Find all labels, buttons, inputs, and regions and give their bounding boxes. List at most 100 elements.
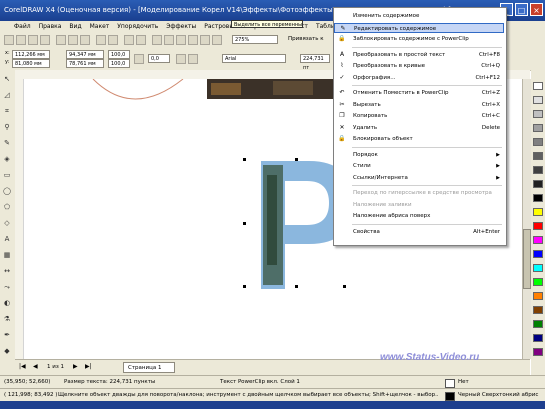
menu-item[interactable]: Правка: [39, 21, 62, 32]
context-menu-item[interactable]: Ссылки/Интернета ▶: [334, 173, 504, 183]
palette-swatch[interactable]: [533, 250, 543, 258]
smart-fill-tool-icon[interactable]: ◈: [2, 154, 12, 164]
palette-swatch[interactable]: [533, 96, 543, 104]
context-menu-item[interactable]: ✕ Удалить Delete: [334, 123, 504, 133]
context-menu-item[interactable]: ↶ Отменить Поместить в PowerClip Ctrl+Z: [334, 88, 504, 98]
zoom-level-select[interactable]: 275%: [232, 35, 278, 44]
undo-icon[interactable]: [96, 35, 106, 45]
vertical-scrollbar[interactable]: [522, 79, 531, 359]
context-menu-item[interactable]: Переход по гиперссылке в средстве просмо…: [334, 188, 504, 198]
welcome-screen-icon[interactable]: [164, 35, 174, 45]
context-menu-item[interactable]: Наложение абриса поверх: [334, 211, 504, 221]
basic-shapes-tool-icon[interactable]: ◇: [2, 218, 12, 228]
palette-swatch[interactable]: [533, 138, 543, 146]
context-menu-item[interactable]: Наложение заливки: [334, 200, 504, 210]
y-position-field[interactable]: 81,080 мм: [12, 59, 50, 68]
palette-swatch[interactable]: [533, 152, 543, 160]
palette-swatch[interactable]: [533, 320, 543, 328]
zoom-tool-icon[interactable]: ⚲: [2, 122, 12, 132]
menu-item[interactable]: Макет: [90, 21, 110, 32]
palette-swatch[interactable]: [533, 306, 543, 314]
context-menu-item[interactable]: 🔒 Блокировать объект: [334, 134, 504, 144]
context-menu-item[interactable]: Свойства Alt+Enter: [334, 227, 504, 237]
palette-swatch[interactable]: [533, 208, 543, 216]
dimension-tool-icon[interactable]: ↔: [2, 266, 12, 276]
selection-handle[interactable]: [243, 158, 246, 161]
paste-icon[interactable]: [80, 35, 90, 45]
context-menu-item[interactable]: ✂ Вырезать Ctrl+X: [334, 100, 504, 110]
application-launcher-icon[interactable]: [152, 35, 162, 45]
corel-online-icon[interactable]: [176, 35, 186, 45]
connector-tool-icon[interactable]: ⤳: [2, 282, 12, 292]
close-button[interactable]: ×: [530, 3, 543, 16]
selection-handle[interactable]: [243, 285, 246, 288]
palette-swatch[interactable]: [533, 194, 543, 202]
palette-swatch[interactable]: [533, 110, 543, 118]
context-menu-item[interactable]: ✎ Редактировать содержимое: [334, 22, 504, 33]
palette-swatch[interactable]: [533, 278, 543, 286]
mirror-vertical-icon[interactable]: [188, 54, 198, 64]
selection-handle[interactable]: [295, 158, 298, 161]
export-icon[interactable]: [136, 35, 146, 45]
context-menu-item[interactable]: ✓ Орфография... Ctrl+F12: [334, 73, 504, 83]
menu-item[interactable]: Эффекты: [166, 21, 196, 32]
font-name-select[interactable]: Arial: [222, 54, 286, 63]
page-tab[interactable]: Страница 1: [123, 362, 175, 373]
outline-tool-icon[interactable]: ✒: [2, 330, 12, 340]
x-position-field[interactable]: 112,266 мм: [12, 50, 50, 59]
height-field[interactable]: 78,761 мм: [66, 59, 104, 68]
lock-icon[interactable]: [188, 35, 198, 45]
rotation-angle-field[interactable]: 0,0: [148, 54, 170, 63]
lock-ratio-icon[interactable]: [134, 54, 144, 64]
palette-swatch[interactable]: [533, 292, 543, 300]
interactive-blend-tool-icon[interactable]: ◐: [2, 298, 12, 308]
font-size-select[interactable]: 224,731 пт: [300, 54, 330, 71]
palette-swatch[interactable]: [533, 124, 543, 132]
palette-swatch[interactable]: [533, 82, 543, 90]
first-page-icon[interactable]: |◀: [19, 363, 26, 370]
copy-icon[interactable]: [68, 35, 78, 45]
selection-handle[interactable]: [243, 222, 246, 225]
shape-tool-icon[interactable]: ◿: [2, 90, 12, 100]
menu-item[interactable]: Вид: [69, 21, 81, 32]
prev-page-icon[interactable]: ◀: [33, 363, 38, 370]
scroll-thumb[interactable]: [523, 229, 531, 289]
palette-swatch[interactable]: [533, 236, 543, 244]
context-menu-item[interactable]: ⌇ Преобразовать в кривые Ctrl+Q: [334, 61, 504, 71]
palette-swatch[interactable]: [533, 180, 543, 188]
context-menu-item[interactable]: Порядок ▶: [334, 150, 504, 160]
text-tool-icon[interactable]: A: [2, 234, 12, 244]
selection-handle[interactable]: [295, 285, 298, 288]
menu-item[interactable]: Файл: [14, 21, 31, 32]
selection-handle[interactable]: [343, 285, 346, 288]
context-menu-item[interactable]: ❐ Копировать Ctrl+C: [334, 111, 504, 121]
polygon-tool-icon[interactable]: ⬠: [2, 202, 12, 212]
lock-icon[interactable]: [200, 35, 210, 45]
save-icon[interactable]: [28, 35, 38, 45]
pick-tool-icon[interactable]: ↖: [2, 74, 12, 84]
palette-swatch[interactable]: [533, 334, 543, 342]
next-page-icon[interactable]: ▶: [73, 363, 78, 370]
fill-tool-icon[interactable]: ◆: [2, 346, 12, 356]
table-tool-icon[interactable]: ▦: [2, 250, 12, 260]
freehand-tool-icon[interactable]: ✎: [2, 138, 12, 148]
maximize-button[interactable]: □: [515, 3, 528, 16]
scale-width-field[interactable]: 100,0: [108, 50, 130, 59]
context-menu-item[interactable]: Стили ▶: [334, 161, 504, 171]
ellipse-tool-icon[interactable]: ◯: [2, 186, 12, 196]
mirror-horizontal-icon[interactable]: [176, 54, 186, 64]
redo-icon[interactable]: [108, 35, 118, 45]
context-menu-item[interactable]: 🔒 Заблокировать содержимое с PowerClip: [334, 34, 504, 44]
menu-item[interactable]: Упорядочить: [117, 21, 158, 32]
width-field[interactable]: 94,347 мм: [66, 50, 104, 59]
import-icon[interactable]: [124, 35, 134, 45]
context-menu-item[interactable]: A Преобразовать в простой текст Ctrl+F8: [334, 50, 504, 60]
context-menu-item[interactable]: Изменить содержимое: [334, 11, 504, 21]
rectangle-tool-icon[interactable]: ▭: [2, 170, 12, 180]
palette-swatch[interactable]: [533, 222, 543, 230]
open-icon[interactable]: [16, 35, 26, 45]
snap-to-label[interactable]: Привязать к: [288, 36, 324, 42]
crop-tool-icon[interactable]: ⌗: [2, 106, 12, 116]
print-icon[interactable]: [40, 35, 50, 45]
cut-icon[interactable]: [56, 35, 66, 45]
